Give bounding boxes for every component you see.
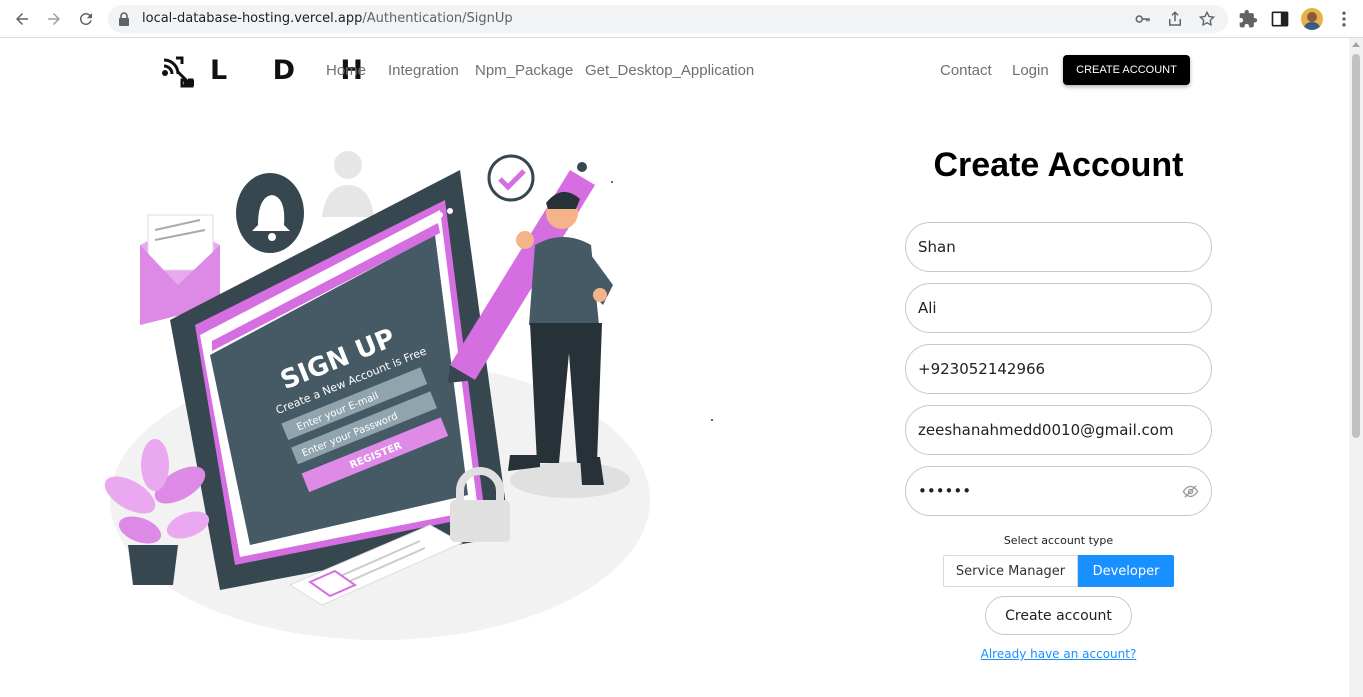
nav-integration[interactable]: Integration	[388, 62, 459, 79]
lock-icon	[119, 12, 129, 26]
page-title: Create Account	[933, 146, 1184, 184]
menu-kebab-icon[interactable]	[1336, 9, 1352, 29]
first-name-input[interactable]	[918, 223, 1178, 271]
login-link[interactable]: Already have an account?	[905, 647, 1212, 661]
email-field[interactable]	[905, 405, 1212, 455]
create-account-button[interactable]: Create account	[985, 596, 1132, 635]
account-type-label: Select account type	[1003, 534, 1114, 547]
avatar-icon	[1303, 12, 1321, 30]
browser-toolbar: local-database-hosting.vercel.app/Authen…	[0, 0, 1363, 38]
extensions-icon[interactable]	[1238, 9, 1258, 29]
forward-button[interactable]	[42, 7, 66, 31]
nav-login[interactable]: Login	[1012, 62, 1049, 79]
email-input[interactable]	[918, 406, 1178, 454]
profile-avatar[interactable]	[1301, 8, 1323, 30]
back-arrow-icon	[16, 13, 28, 25]
signup-illustration: SIGN UP Create a New Account is Free Ent…	[104, 151, 650, 640]
decor-dot	[711, 419, 713, 421]
back-button[interactable]	[10, 7, 34, 31]
phone-field[interactable]	[905, 344, 1212, 394]
side-panel-icon[interactable]	[1270, 9, 1290, 29]
account-type-service-manager[interactable]: Service Manager	[943, 555, 1078, 587]
last-name-input[interactable]	[918, 284, 1178, 332]
first-name-field[interactable]	[905, 222, 1212, 272]
share-icon[interactable]	[1166, 10, 1184, 28]
ldh-logo-icon	[162, 56, 194, 88]
phone-input[interactable]	[918, 345, 1178, 393]
bookmark-star-icon[interactable]	[1198, 10, 1216, 28]
reload-button[interactable]	[74, 7, 98, 31]
bell-icon	[236, 173, 304, 253]
check-bubble-icon	[487, 154, 535, 202]
address-bar[interactable]: local-database-hosting.vercel.app/Authen…	[108, 5, 1228, 33]
scroll-up-arrow-icon[interactable]	[1352, 42, 1360, 47]
reload-icon	[79, 12, 92, 25]
nav-contact[interactable]: Contact	[940, 62, 992, 79]
user-outline-icon	[322, 151, 374, 217]
last-name-field[interactable]	[905, 283, 1212, 333]
password-input[interactable]	[918, 467, 1178, 515]
forward-arrow-icon	[48, 13, 60, 25]
create-account-nav-button[interactable]: CREATE ACCOUNT	[1063, 55, 1190, 85]
scroll-thumb[interactable]	[1352, 54, 1360, 438]
url-text: local-database-hosting.vercel.app/Authen…	[142, 11, 513, 26]
nav-npm-package[interactable]: Npm_Package	[475, 62, 573, 79]
key-icon[interactable]	[1134, 10, 1152, 28]
page-scrollbar[interactable]	[1349, 38, 1363, 697]
password-field[interactable]	[905, 466, 1212, 516]
decor-dot	[611, 181, 613, 183]
nav-home[interactable]: Home	[326, 62, 366, 79]
eye-off-icon[interactable]	[1182, 483, 1199, 500]
nav-get-desktop-application[interactable]: Get_Desktop_Application	[585, 62, 754, 79]
account-type-selector: Service Manager Developer	[943, 555, 1174, 587]
account-type-developer[interactable]: Developer	[1078, 555, 1174, 587]
